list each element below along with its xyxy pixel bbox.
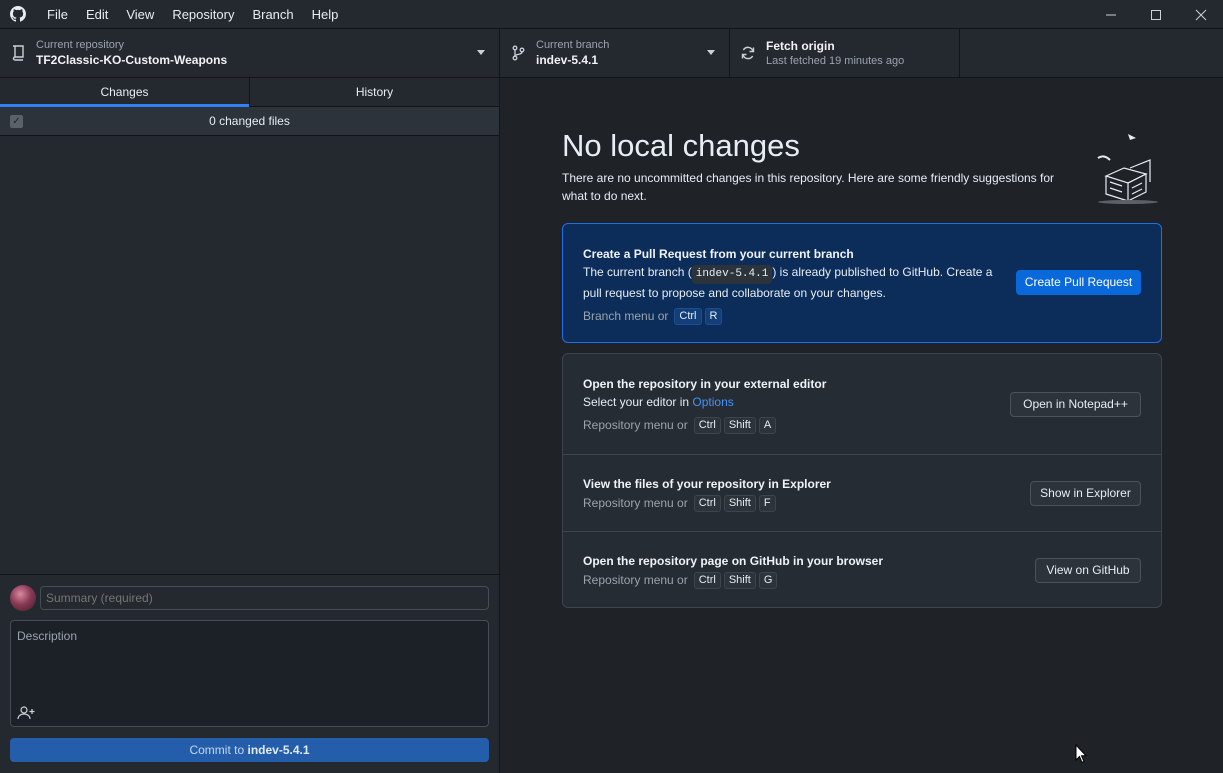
chevron-down-icon [477,50,485,55]
tab-history[interactable]: History [249,78,499,106]
show-in-explorer-row: View the files of your repository in Exp… [563,454,1161,531]
shortcut-key: A [758,416,777,434]
current-repository-dropdown[interactable]: Current repository TF2Classic-KO-Custom-… [0,29,500,77]
menu-help[interactable]: Help [303,0,348,29]
editor-row-shortcut-hint: Repository menu or Ctrl Shift A [583,416,826,434]
show-in-explorer-button[interactable]: Show in Explorer [1030,481,1141,506]
minimize-icon [1105,14,1116,15]
explorer-row-title: View the files of your repository in Exp… [583,477,831,491]
sync-icon [740,45,756,61]
github-row-shortcut-hint: Repository menu or Ctrl Shift G [583,571,883,589]
pr-card-title: Create a Pull Request from your current … [583,247,854,261]
create-pull-request-card: Create a Pull Request from your current … [562,223,1162,343]
branch-label: Current branch [536,39,610,51]
github-logo-icon [10,6,26,22]
shortcut-prefix: Repository menu or [583,418,688,432]
chevron-down-icon [707,50,715,55]
shortcut-key: Ctrl [693,571,721,589]
editor-row-desc-prefix: Select your editor in [583,395,693,409]
menu-edit[interactable]: Edit [77,0,117,29]
maximize-icon [1150,9,1161,20]
commit-button-branch: indev-5.4.1 [247,743,310,757]
summary-input[interactable] [40,586,489,610]
close-icon [1195,9,1206,20]
avatar [10,585,36,611]
empty-box-illustration-icon [1097,134,1158,204]
repository-text: Current repository TF2Classic-KO-Custom-… [36,38,227,68]
fetch-status: Last fetched 19 minutes ago [766,55,905,67]
shortcut-key: Shift [723,571,756,589]
left-sidebar: Changes History ✓ 0 changed files Descri… [0,78,500,773]
branch-name: indev-5.4.1 [536,53,599,67]
menu-view[interactable]: View [117,0,163,29]
shortcut-key: Ctrl [674,307,702,325]
repository-label: Current repository [36,39,125,51]
add-coauthor-icon[interactable] [17,706,35,720]
branch-text: Current branch indev-5.4.1 [536,38,609,68]
shortcut-prefix: Repository menu or [583,496,688,510]
repository-icon [10,45,26,61]
close-window-button[interactable] [1178,0,1223,29]
fetch-origin-button[interactable]: Fetch origin Last fetched 19 minutes ago [730,29,960,77]
maximize-button[interactable] [1133,0,1178,29]
pr-card-desc-before: The current branch ( [583,265,692,279]
menu-repository[interactable]: Repository [163,0,243,29]
create-pull-request-button[interactable]: Create Pull Request [1016,270,1141,295]
branch-chip: indev-5.4.1 [691,265,773,284]
window-controls [1088,0,1223,29]
github-row-text: Open the repository page on GitHub in yo… [583,552,883,589]
minimize-button[interactable] [1088,0,1133,29]
editor-row-description: Select your editor in Options [583,393,826,412]
toolbar: Current repository TF2Classic-KO-Custom-… [0,29,1223,78]
repository-name: TF2Classic-KO-Custom-Weapons [36,53,228,67]
title-bar: File Edit View Repository Branch Help [0,0,1223,29]
suggestions-card: Open the repository in your external edi… [562,353,1162,608]
menu-file[interactable]: File [38,0,77,29]
shortcut-prefix: Repository menu or [583,573,688,587]
commit-button-prefix: Commit to [189,743,248,757]
editor-row-text: Open the repository in your external edi… [583,375,826,434]
shortcut-key: Ctrl [693,494,721,512]
shortcut-key: Shift [723,416,756,434]
description-placeholder: Description [17,629,78,643]
open-editor-row: Open the repository in your external edi… [563,354,1161,454]
open-in-editor-button[interactable]: Open in Notepad++ [1010,392,1141,417]
commit-message-area: Description Commit to indev-5.4.1 [0,574,499,773]
shortcut-prefix: Branch menu or [583,309,669,323]
mouse-cursor-icon [1075,744,1087,764]
view-on-github-row: Open the repository page on GitHub in yo… [563,531,1161,608]
pr-card-shortcut-hint: Branch menu or Ctrl R [583,307,993,325]
pr-card-description: The current branch (indev-5.4.1) is alre… [583,263,993,303]
page-subtitle: There are no uncommitted changes in this… [562,171,1055,203]
changes-list-header: ✓ 0 changed files [0,107,499,136]
view-on-github-button[interactable]: View on GitHub [1035,558,1141,583]
fetch-title: Fetch origin [766,39,835,53]
shortcut-key: G [758,571,778,589]
page-title: No local changes [562,128,800,163]
description-field[interactable]: Description [10,620,489,727]
explorer-row-shortcut-hint: Repository menu or Ctrl Shift F [583,494,831,512]
shortcut-key: Ctrl [693,416,721,434]
tab-changes[interactable]: Changes [0,78,249,107]
github-row-title: Open the repository page on GitHub in yo… [583,554,884,568]
current-branch-dropdown[interactable]: Current branch indev-5.4.1 [500,29,730,77]
options-link[interactable]: Options [692,395,733,409]
shortcut-key: R [704,307,723,325]
pr-card-text: Create a Pull Request from your current … [583,245,993,325]
shortcut-key: Shift [723,494,756,512]
explorer-row-text: View the files of your repository in Exp… [583,475,831,512]
editor-row-title: Open the repository in your external edi… [583,377,827,391]
changed-files-count: 0 changed files [209,114,290,128]
main-content: No local changes There are no uncommitte… [500,78,1223,773]
fetch-text: Fetch origin Last fetched 19 minutes ago [766,38,904,68]
sidebar-tabs: Changes History [0,78,499,107]
menu-branch[interactable]: Branch [243,0,302,29]
shortcut-key: F [758,494,776,512]
branch-icon [510,45,526,61]
commit-button[interactable]: Commit to indev-5.4.1 [10,738,489,762]
